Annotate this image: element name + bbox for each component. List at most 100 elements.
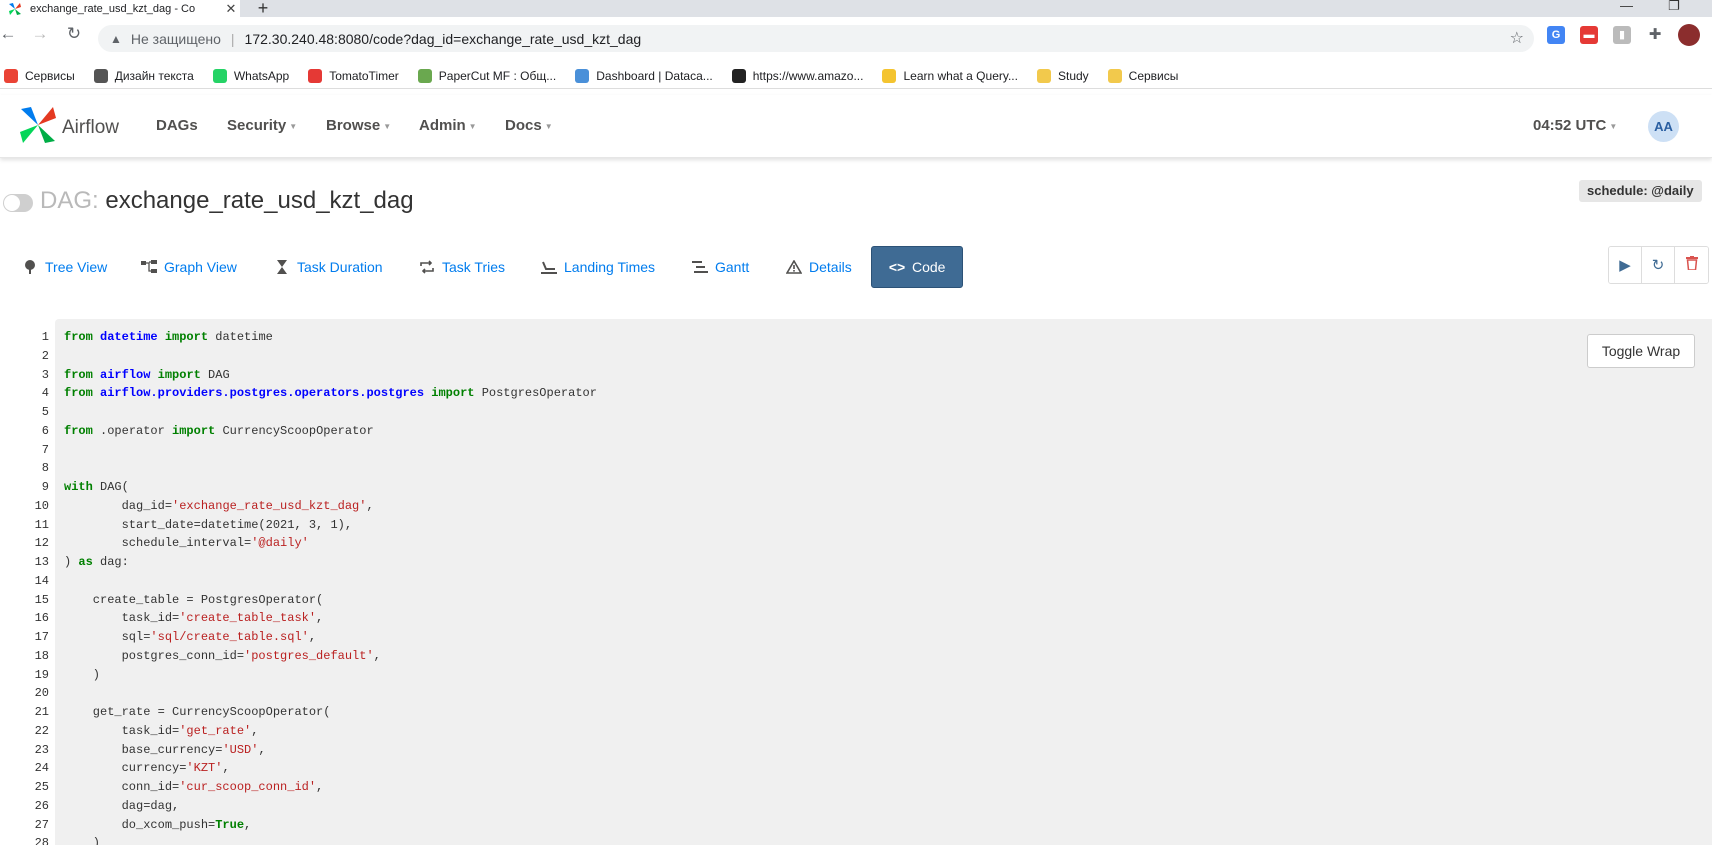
gantt-icon bbox=[692, 259, 708, 275]
bookmark-item[interactable]: Study bbox=[1036, 68, 1089, 83]
bookmark-item[interactable]: PaperCut MF : Общ... bbox=[417, 68, 557, 83]
line-number: 15 bbox=[34, 592, 49, 607]
line-number: 12 bbox=[34, 536, 49, 551]
delete-dag-button[interactable] bbox=[1675, 247, 1708, 283]
refresh-dag-button[interactable]: ↻ bbox=[1642, 247, 1675, 283]
schedule-badge: schedule: @daily bbox=[1579, 180, 1702, 202]
code-line: 4 from airflow.providers.postgres.operato… bbox=[0, 384, 1712, 403]
bookmark-star-icon[interactable]: ☆ bbox=[1510, 28, 1524, 48]
bookmark-item[interactable]: Сервисы bbox=[1107, 68, 1178, 83]
grey-extension-icon[interactable]: ▮ bbox=[1613, 26, 1631, 44]
tab-label: Details bbox=[809, 259, 852, 275]
bookmark-favicon-icon bbox=[575, 68, 590, 83]
profile-avatar-icon[interactable] bbox=[1678, 24, 1700, 46]
nav-admin[interactable]: Admin ▼ bbox=[419, 117, 477, 134]
bookmark-label: Learn what a Query... bbox=[903, 68, 1018, 83]
bookmark-label: Сервисы bbox=[25, 68, 75, 83]
toggle-wrap-button[interactable]: Toggle Wrap bbox=[1587, 334, 1695, 368]
trigger-dag-button[interactable]: ▶ bbox=[1609, 247, 1642, 283]
dag-actions: ▶ ↻ bbox=[1608, 246, 1709, 284]
translate-extension-icon[interactable]: G bbox=[1547, 26, 1565, 44]
code-line: 14 bbox=[0, 572, 1712, 591]
trash-icon bbox=[1685, 256, 1698, 274]
code-text: task_id='create_table_task', bbox=[64, 611, 324, 626]
extensions-puzzle-icon[interactable]: ✚ bbox=[1646, 26, 1664, 44]
bookmark-favicon-icon bbox=[4, 68, 18, 83]
code-text: dag=dag, bbox=[64, 798, 180, 813]
chevron-down-icon: ▼ bbox=[544, 121, 553, 131]
code-line: 27 do_xcom_push=True, bbox=[0, 816, 1712, 835]
tab-gantt[interactable]: Gantt bbox=[692, 246, 749, 288]
nav-docs-label: Docs bbox=[505, 117, 542, 134]
bookmark-item[interactable]: Сервисы bbox=[4, 68, 75, 83]
browser-tab[interactable]: exchange_rate_usd_kzt_dag - Co ✕ bbox=[0, 0, 240, 17]
url-text: 172.30.240.48:8080/code?dag_id=exchange_… bbox=[244, 30, 642, 47]
line-number: 23 bbox=[34, 742, 49, 757]
tab-landing-times[interactable]: Landing Times bbox=[541, 246, 655, 288]
code-text: ) as dag: bbox=[64, 555, 129, 569]
address-bar[interactable]: ▲ Не защищено | 172.30.240.48:8080/code?… bbox=[98, 25, 1534, 52]
code-line: 3 from airflow import DAG bbox=[0, 366, 1712, 385]
line-number: 16 bbox=[34, 611, 49, 626]
tree-icon bbox=[22, 259, 38, 275]
line-number: 26 bbox=[34, 798, 49, 813]
code-line: 10 dag_id='exchange_rate_usd_kzt_dag', bbox=[0, 497, 1712, 516]
code-line: 9 with DAG( bbox=[0, 478, 1712, 497]
line-number: 5 bbox=[41, 405, 49, 419]
bookmark-item[interactable]: https://www.amazo... bbox=[731, 68, 863, 83]
airflow-favicon-icon bbox=[8, 2, 22, 16]
bookmark-item[interactable]: Learn what a Query... bbox=[882, 68, 1018, 83]
line-number: 20 bbox=[34, 686, 49, 701]
bookmark-label: TomatoTimer bbox=[329, 68, 399, 83]
browser-tabstrip: exchange_rate_usd_kzt_dag - Co ✕ + — ❐ bbox=[0, 0, 1712, 18]
nav-security[interactable]: Security ▼ bbox=[227, 117, 297, 134]
code-line: 12 schedule_interval='@daily' bbox=[0, 534, 1712, 553]
line-number: 25 bbox=[34, 780, 49, 794]
airflow-brand[interactable]: Airflow bbox=[18, 105, 119, 150]
line-number: 4 bbox=[41, 386, 49, 401]
user-avatar[interactable]: AA bbox=[1648, 111, 1679, 142]
line-number: 18 bbox=[34, 648, 49, 663]
back-icon[interactable]: ← bbox=[0, 23, 20, 45]
utc-clock[interactable]: 04:52 UTC ▼ bbox=[1533, 117, 1617, 134]
bookmark-item[interactable]: WhatsApp bbox=[212, 68, 289, 83]
tab-task-tries[interactable]: Task Tries bbox=[419, 246, 505, 288]
nav-browse[interactable]: Browse ▼ bbox=[326, 117, 391, 134]
bookmark-item[interactable]: Dashboard | Dataca... bbox=[575, 68, 713, 83]
bookmark-favicon-icon bbox=[308, 68, 323, 83]
dag-id: exchange_rate_usd_kzt_dag bbox=[105, 187, 414, 214]
bookmark-favicon-icon bbox=[93, 68, 108, 83]
code-text: from datetime import datetime bbox=[64, 330, 273, 344]
tab-graph-view[interactable]: Graph View bbox=[141, 246, 237, 288]
restore-icon[interactable]: ❐ bbox=[1668, 0, 1680, 14]
tab-close-icon[interactable]: ✕ bbox=[222, 1, 240, 17]
tab-tree-view[interactable]: Tree View bbox=[22, 246, 107, 288]
dag-pause-toggle[interactable] bbox=[3, 194, 33, 212]
line-number: 6 bbox=[41, 423, 49, 438]
retry-icon bbox=[419, 259, 435, 275]
chevron-down-icon: ▼ bbox=[383, 121, 392, 131]
line-number: 13 bbox=[34, 555, 49, 569]
bookmark-item[interactable]: TomatoTimer bbox=[308, 68, 399, 83]
reload-icon[interactable]: ↻ bbox=[62, 23, 86, 45]
red-extension-icon[interactable]: ▬ bbox=[1580, 26, 1598, 44]
code-text: schedule_interval='@daily' bbox=[64, 536, 309, 551]
line-number: 1 bbox=[41, 330, 49, 344]
play-icon: ▶ bbox=[1619, 257, 1631, 274]
code-text: postgres_conn_id='postgres_default', bbox=[64, 648, 381, 663]
new-tab-button[interactable]: + bbox=[252, 0, 274, 18]
line-number: 28 bbox=[34, 836, 49, 845]
tab-code[interactable]: <> Code bbox=[871, 246, 964, 288]
tab-label: Task Duration bbox=[297, 259, 383, 275]
code-text: dag_id='exchange_rate_usd_kzt_dag', bbox=[64, 498, 374, 513]
forward-icon[interactable]: → bbox=[28, 23, 52, 45]
tab-task-duration[interactable]: Task Duration bbox=[274, 246, 383, 288]
bookmark-label: PaperCut MF : Общ... bbox=[438, 68, 557, 83]
line-number: 21 bbox=[34, 705, 49, 719]
nav-dags[interactable]: DAGs bbox=[156, 117, 198, 134]
nav-docs[interactable]: Docs ▼ bbox=[505, 117, 553, 134]
code-icon: <> bbox=[888, 259, 906, 275]
bookmark-item[interactable]: Дизайн текста bbox=[93, 68, 194, 83]
minimize-icon[interactable]: — bbox=[1620, 0, 1633, 13]
tab-details[interactable]: Details bbox=[786, 246, 852, 288]
